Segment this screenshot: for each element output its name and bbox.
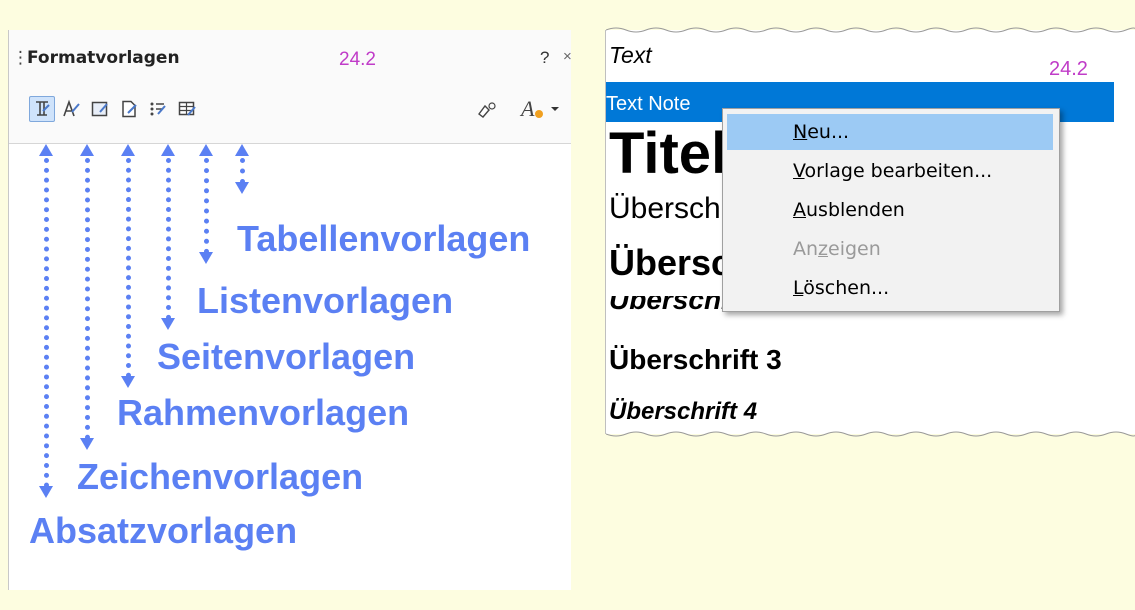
character-styles-icon	[63, 99, 80, 117]
menu-item-new[interactable]: Neu...	[727, 114, 1053, 150]
style-category-toolbar: A	[9, 90, 571, 144]
callout-frame-styles: Rahmenvorlagen	[117, 392, 410, 433]
callout-character-styles: Zeichenvorlagen	[77, 456, 364, 497]
style-context-menu: Neu... Vorlage bearbeiten... Ausblenden …	[722, 108, 1060, 312]
paragraph-styles-icon	[36, 101, 50, 116]
menu-item-show: Anzeigen	[727, 231, 1053, 267]
callout-table-styles: Tabellenvorlagen	[237, 218, 531, 259]
panel-header: ⋮ Formatvorlagen 24.2 ? ×	[9, 30, 572, 90]
paragraph-styles-button[interactable]	[29, 96, 55, 122]
panel-title: Formatvorlagen	[27, 48, 180, 68]
close-button[interactable]: ×	[563, 48, 572, 65]
style-item-heading-4[interactable]: Überschrift 4	[609, 398, 757, 426]
list-styles-button[interactable]	[145, 96, 171, 122]
menu-item-label: Ausblenden	[793, 199, 905, 221]
callout-list-styles: Listenvorlagen	[197, 280, 454, 321]
style-item-text[interactable]: Text	[609, 42, 652, 69]
table-styles-icon	[178, 101, 196, 116]
menu-item-delete[interactable]: Löschen...	[727, 270, 1053, 306]
style-item-heading-1[interactable]: Überschrift 1	[609, 242, 726, 284]
torn-edge-bottom	[606, 431, 1135, 437]
frame-styles-button[interactable]	[87, 96, 113, 122]
style-item-title[interactable]: Titel	[609, 122, 726, 186]
menu-item-label: Löschen...	[793, 277, 890, 299]
fill-format-mode-icon[interactable]	[475, 100, 497, 125]
style-item-label: Text Note	[606, 93, 691, 115]
frame-styles-icon	[91, 101, 108, 117]
version-label: 24.2	[1049, 58, 1088, 80]
menu-item-edit-style[interactable]: Vorlage bearbeiten...	[727, 153, 1053, 189]
callout-page-styles: Seitenvorlagen	[157, 336, 416, 377]
torn-edge-top	[606, 27, 1135, 33]
style-item-heading-3[interactable]: Überschrift 3	[609, 344, 782, 376]
list-styles-icon	[150, 102, 166, 116]
styles-sidebar-panel: ⋮ Formatvorlagen 24.2 ? × A Tabellenvorl…	[8, 30, 572, 590]
character-styles-button[interactable]	[58, 96, 84, 122]
help-button[interactable]: ?	[540, 48, 549, 68]
table-styles-button[interactable]	[174, 96, 200, 122]
menu-item-hide[interactable]: Ausblenden	[727, 192, 1053, 228]
style-item-heading[interactable]: Überschrift	[609, 192, 726, 226]
menu-item-label: Vorlage bearbeiten...	[793, 160, 993, 182]
menu-item-label: Anzeigen	[793, 238, 881, 260]
page-styles-icon	[122, 100, 137, 118]
svg-text:A: A	[519, 96, 535, 121]
menu-item-label: Neu...	[793, 121, 850, 143]
version-label: 24.2	[339, 49, 376, 70]
callout-paragraph-styles: Absatzvorlagen	[29, 510, 298, 551]
page-styles-button[interactable]	[116, 96, 142, 122]
new-style-actions-icon[interactable]: A	[519, 96, 559, 122]
